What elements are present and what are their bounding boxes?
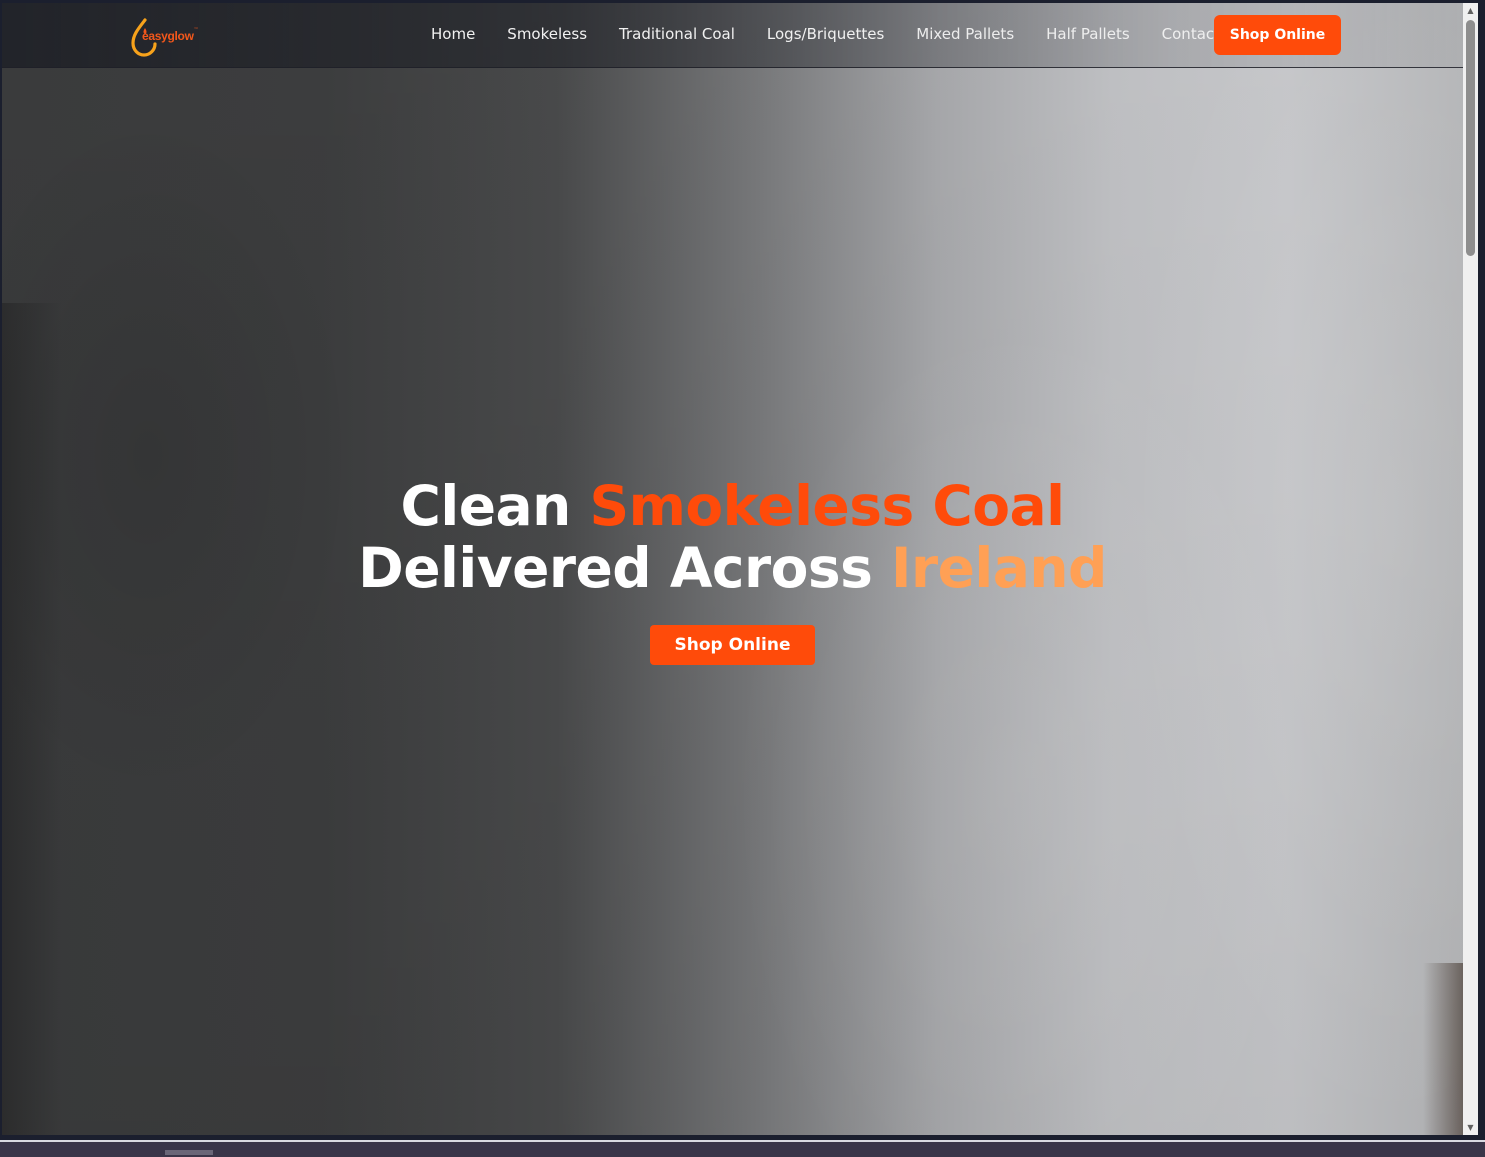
hero-title-part1: Clean xyxy=(400,474,590,538)
logo-trademark: ™ xyxy=(193,27,199,33)
logo-wordmark: easyglow xyxy=(142,29,194,43)
vertical-scrollbar[interactable]: ▲ ▼ xyxy=(1463,3,1478,1135)
hero-headline: Clean Smokeless Coal Delivered Across Ir… xyxy=(232,475,1233,599)
nav-traditional-coal[interactable]: Traditional Coal xyxy=(603,23,751,45)
hero-title-accent2: Ireland xyxy=(891,536,1107,600)
nav-half-pallets[interactable]: Half Pallets xyxy=(1030,23,1146,45)
page-viewport: easyglow ™ Home Smokeless Traditional Co… xyxy=(2,3,1463,1135)
hero-shop-online-button[interactable]: Shop Online xyxy=(650,625,815,665)
nav-logs-briquettes[interactable]: Logs/Briquettes xyxy=(751,23,900,45)
nav-home[interactable]: Home xyxy=(415,23,491,45)
site-logo[interactable]: easyglow ™ xyxy=(130,17,199,57)
hero-title-part2: Delivered Across xyxy=(358,536,892,600)
window-frame xyxy=(1478,0,1485,1155)
scroll-up-arrow-icon[interactable]: ▲ xyxy=(1463,3,1478,18)
site-header: easyglow ™ Home Smokeless Traditional Co… xyxy=(2,3,1463,68)
scroll-down-arrow-icon[interactable]: ▼ xyxy=(1463,1120,1478,1135)
os-taskbar xyxy=(0,1140,1485,1157)
photo-skin-edge-right xyxy=(1423,963,1463,1135)
header-shop-online-button[interactable]: Shop Online xyxy=(1214,15,1341,55)
main-nav: Home Smokeless Traditional Coal Logs/Bri… xyxy=(415,23,1236,45)
photo-shadow-left xyxy=(2,303,62,1135)
nav-smokeless[interactable]: Smokeless xyxy=(491,23,603,45)
taskbar-item[interactable] xyxy=(165,1150,213,1155)
hero-title-accent: Smokeless Coal xyxy=(589,474,1065,538)
scrollbar-thumb[interactable] xyxy=(1466,20,1475,256)
nav-mixed-pallets[interactable]: Mixed Pallets xyxy=(900,23,1030,45)
